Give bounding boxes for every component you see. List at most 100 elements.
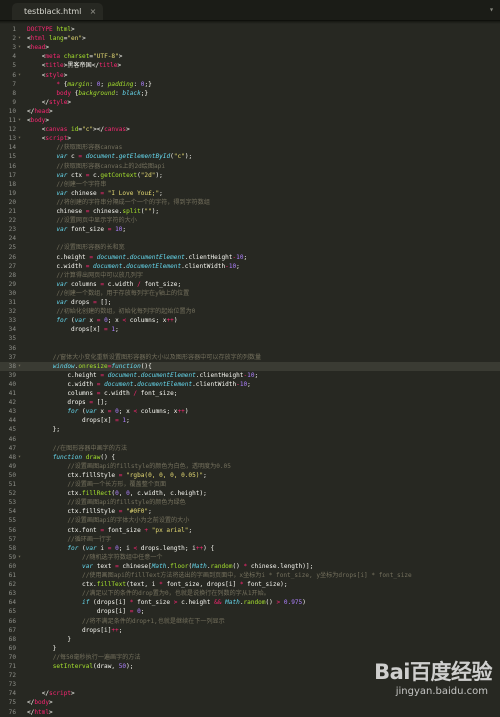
code-line[interactable]: 24 bbox=[0, 234, 500, 243]
code-line[interactable]: 5 <title>黑客帝国</title> bbox=[0, 61, 500, 70]
code-line[interactable]: 31 var drops = []; bbox=[0, 298, 500, 307]
code-token: > bbox=[71, 690, 75, 698]
code-line[interactable]: 4 <meta charset="UTF-8"> bbox=[0, 52, 500, 61]
code-line[interactable]: 69 } bbox=[0, 644, 500, 653]
code-line[interactable]: 16 //获取图形容器canvas上的2d绘图api bbox=[0, 162, 500, 171]
code-line[interactable]: 52 ctx.fillRect(0, 0, c.width, c.height)… bbox=[0, 489, 500, 498]
code-line[interactable]: 55 //设置画图api的字体大小为之前设置的大小 bbox=[0, 516, 500, 525]
code-text: //计算得出网页中可以放几列字 bbox=[27, 271, 143, 280]
fold-arrow-icon[interactable]: ▾ bbox=[18, 134, 21, 143]
code-line[interactable]: 56 ctx.font = font_size + "px arial"; bbox=[0, 526, 500, 535]
code-line[interactable]: 28 //计算得出网页中可以放几列字 bbox=[0, 271, 500, 280]
code-line[interactable]: 44 drops[x] = 1; bbox=[0, 416, 500, 425]
code-line[interactable]: 39 c.height = document.documentElement.c… bbox=[0, 371, 500, 380]
code-line[interactable]: 40 c.width = document.documentElement.cl… bbox=[0, 380, 500, 389]
code-line[interactable]: 58 for (var i = 0; i < drops.length; i++… bbox=[0, 544, 500, 553]
fold-arrow-icon[interactable]: ▾ bbox=[18, 116, 21, 125]
code-line[interactable]: 13 ▾ <script> bbox=[0, 134, 500, 143]
code-token: html bbox=[30, 35, 46, 43]
code-line[interactable]: 54 ctx.fillStyle = "#0F0"; bbox=[0, 507, 500, 516]
fold-arrow-icon[interactable]: ▾ bbox=[18, 453, 21, 462]
code-line[interactable]: 37 //窗体大小变化重新设置图形容器的大小以及图形容器中可以存放字的列数量 bbox=[0, 353, 500, 362]
code-line[interactable]: 65 drops[i] = 0; bbox=[0, 607, 500, 616]
code-line[interactable]: 43 for (var x = 0; x < columns; x++) bbox=[0, 407, 500, 416]
code-line[interactable]: 11 ▾ <body> bbox=[0, 116, 500, 125]
code-line[interactable]: 63 //满足以下的条件的drop置为0，也就是说换行在列数的字从1开始。 bbox=[0, 589, 500, 598]
code-token: ) bbox=[173, 317, 178, 325]
code-line[interactable]: 6 ▾ <style> bbox=[0, 71, 500, 80]
code-line[interactable]: 14 //获取图形容器canvas bbox=[0, 143, 500, 152]
code-token: (drops[i] bbox=[89, 599, 130, 607]
code-line[interactable]: 38 ▾ window.onresize=function(){ bbox=[0, 361, 500, 371]
code-line[interactable]: 35 bbox=[0, 334, 500, 343]
code-line[interactable]: 21 chinese = chinese.split(""); bbox=[0, 207, 500, 216]
code-line[interactable]: 12 <canvas id="c"></canvas> bbox=[0, 125, 500, 134]
fold-arrow-icon[interactable]: ▾ bbox=[18, 43, 21, 52]
code-token: () bbox=[265, 599, 277, 607]
code-line[interactable]: 30 //创建一个数组，用于存放每列字在y轴上的位置 bbox=[0, 289, 500, 298]
code-token: ( bbox=[67, 317, 75, 325]
code-editor[interactable]: 1 DOCTYPE html> 2 ▾ <html lang="en"> 3 ▾ <head>… bbox=[0, 21, 500, 716]
code-line[interactable]: 3 ▾ <head> bbox=[0, 43, 500, 52]
code-line[interactable]: 51 //设置画一个长方形，覆盖整个页面 bbox=[0, 480, 500, 489]
code-line[interactable]: 10 </head> bbox=[0, 107, 500, 116]
code-line[interactable]: 76 </html> bbox=[0, 708, 500, 717]
code-line[interactable]: 25 //设置图形容器的长和宽 bbox=[0, 243, 500, 252]
code-line[interactable]: 26 c.height = document.documentElement.c… bbox=[0, 253, 500, 262]
code-line[interactable]: 53 //设置画图api的fillstyle的颜色为绿色 bbox=[0, 498, 500, 507]
line-number: 35 bbox=[8, 335, 16, 343]
line-number: 36 bbox=[8, 344, 16, 352]
code-line[interactable]: 19 var chinese = "I Love You£;"; bbox=[0, 189, 500, 198]
file-tab[interactable]: testblack.html × bbox=[12, 3, 104, 20]
code-line[interactable]: 29 var columns = c.width / font_size; bbox=[0, 280, 500, 289]
code-line[interactable]: 1 DOCTYPE html> bbox=[0, 25, 500, 34]
code-line[interactable]: 68 } bbox=[0, 635, 500, 644]
code-line[interactable]: 32 //初始化创建的数组，初始化每列字的起始位置为0 bbox=[0, 307, 500, 316]
code-token: //随机选字符数组中任意一个 bbox=[82, 553, 163, 561]
code-line[interactable]: 57 //循环画一行字 bbox=[0, 535, 500, 544]
code-line[interactable]: 47 //在图形容器中画字的方法 bbox=[0, 444, 500, 453]
close-icon[interactable]: × bbox=[90, 3, 97, 20]
code-line[interactable]: 22 //设置网页中显示字符的大小 bbox=[0, 216, 500, 225]
code-line[interactable]: 18 //创建一个字符串 bbox=[0, 180, 500, 189]
line-number: 60 bbox=[8, 562, 16, 570]
chevron-down-icon[interactable]: ▾ bbox=[489, 3, 494, 17]
fold-arrow-icon[interactable]: ▾ bbox=[18, 34, 21, 43]
code-line[interactable]: 41 columns = c.width / font_size; bbox=[0, 389, 500, 398]
code-line[interactable]: 59 ▾ //随机选字符数组中任意一个 bbox=[0, 553, 500, 562]
fold-arrow-icon[interactable]: ▾ bbox=[18, 362, 21, 371]
line-number: 37 bbox=[8, 353, 16, 361]
code-line[interactable]: 27 c.width = document.documentElement.cl… bbox=[0, 262, 500, 271]
code-line[interactable]: 7 * {margin: 0; padding: 0;} bbox=[0, 80, 500, 89]
code-line[interactable]: 9 </style> bbox=[0, 98, 500, 107]
code-line[interactable]: 49 //设置画图api的fillstyle的颜色为白色，透明度为0.05 bbox=[0, 462, 500, 471]
code-line[interactable]: 23 var font_size = 10; bbox=[0, 225, 500, 234]
code-line[interactable]: 20 //将创建的字符串分隔成一个一个的字符，得到字符数组 bbox=[0, 198, 500, 207]
code-line[interactable]: 2 ▾ <html lang="en"> bbox=[0, 34, 500, 43]
code-text: <title>黑客帝国</title> bbox=[27, 61, 121, 70]
code-line[interactable]: 60 var text = chinese[Math.floor(Math.ra… bbox=[0, 562, 500, 571]
code-line[interactable]: 46 bbox=[0, 435, 500, 444]
code-line[interactable]: 17 var ctx = c.getContext("2d"); bbox=[0, 171, 500, 180]
code-line[interactable]: 48 ▾ function draw() { bbox=[0, 453, 500, 462]
code-line[interactable]: 62 ctx.fillText(text, i * font_size, dro… bbox=[0, 580, 500, 589]
line-number: 21 bbox=[8, 208, 16, 215]
code-line[interactable]: 61 //使用画图api的fillText方法将选出的字画到页面中，x坐标为i … bbox=[0, 571, 500, 580]
fold-arrow-icon[interactable]: ▾ bbox=[18, 71, 21, 80]
code-line[interactable]: 50 ctx.fillStyle = "rgba(0, 0, 0, 0.05)"… bbox=[0, 471, 500, 480]
code-token: ++ bbox=[177, 408, 185, 416]
code-line[interactable]: 45 }; bbox=[0, 425, 500, 434]
code-line[interactable]: 42 drops = []; bbox=[0, 398, 500, 407]
code-line[interactable]: 33 for (var x = 0; x < columns; x++) bbox=[0, 316, 500, 325]
code-line[interactable]: 8 body {background: black;} bbox=[0, 89, 500, 98]
code-line[interactable]: 67 drops[i]++; bbox=[0, 626, 500, 635]
code-line[interactable]: 66 //将不满足条件的drop+1,也就是继续在下一列显示 bbox=[0, 617, 500, 626]
code-line[interactable]: 34 drops[x] = 1; bbox=[0, 325, 500, 334]
code-line[interactable]: 15 var c = document.getElementById("c"); bbox=[0, 152, 500, 161]
fold-arrow-icon[interactable]: ▾ bbox=[18, 553, 21, 562]
code-line[interactable]: 36 bbox=[0, 344, 500, 353]
code-line[interactable]: 64 if (drops[i] * font_size > c.height &… bbox=[0, 598, 500, 607]
